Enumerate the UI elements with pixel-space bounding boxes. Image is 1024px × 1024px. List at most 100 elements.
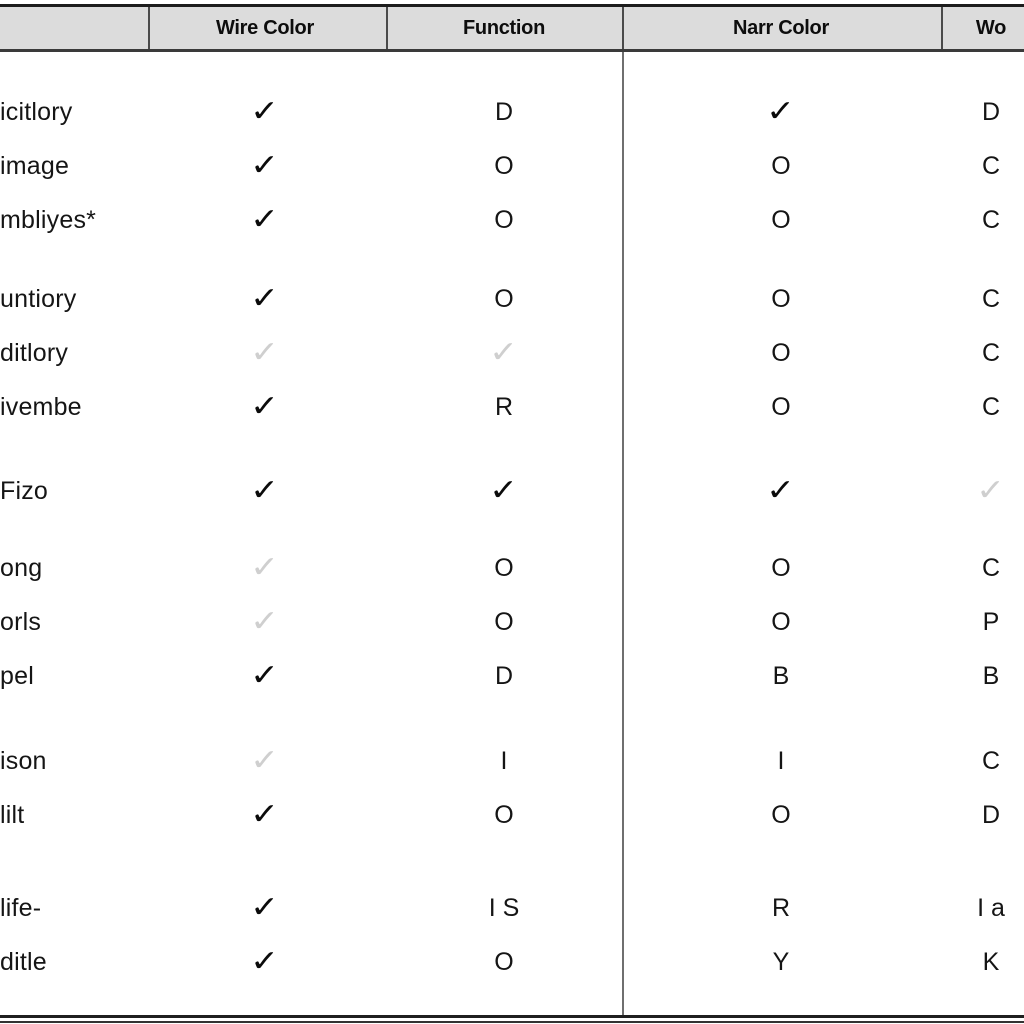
checkmark-icon-faint: ✓: [250, 744, 280, 777]
table-row[interactable]: ivembe ✓ R O C: [0, 387, 1024, 427]
cell-wo: C: [981, 393, 1001, 421]
cell-function: I S: [488, 894, 520, 922]
cell-wo: D: [981, 98, 1001, 126]
table-row[interactable]: ong ✓ O O C: [0, 548, 1024, 588]
body-divider-0: [622, 52, 624, 1015]
checkmark-icon: ✓: [250, 390, 280, 423]
checkmark-icon-faint: ✓: [250, 551, 280, 584]
cell-wo: C: [981, 747, 1001, 775]
cell-wo: P: [982, 608, 1000, 636]
cell-wo: I a: [977, 894, 1005, 922]
table-row[interactable]: lilt ✓ O O D: [0, 795, 1024, 835]
cell-wo: C: [981, 339, 1001, 367]
table-row[interactable]: untiory ✓ O O C: [0, 279, 1024, 319]
cell-narr_color: O: [771, 393, 791, 421]
cell-narr_color: Y: [772, 948, 790, 976]
cell-wo: C: [981, 285, 1001, 313]
checkmark-icon: ✓: [766, 95, 796, 128]
cell-narr_color: O: [771, 801, 791, 829]
checkmark-icon: ✓: [250, 203, 280, 236]
table-row[interactable]: orls ✓ O O P: [0, 602, 1024, 642]
cell-wo: D: [981, 801, 1001, 829]
cell-wo: C: [981, 554, 1001, 582]
cell-narr_color: O: [771, 285, 791, 313]
cell-function: D: [494, 662, 514, 690]
cell-wire_color: ✓: [150, 200, 380, 240]
cell-wire_color: ✓: [150, 548, 380, 588]
table-header-row: Wire Color Function Narr Color Wo: [0, 4, 1024, 52]
cell-wire_color: ✓: [150, 741, 380, 781]
cell-function: D: [494, 98, 514, 126]
header-divider-3: [941, 7, 943, 49]
cell-wire_color: ✓: [150, 942, 380, 982]
checkmark-icon-faint: ✓: [250, 605, 280, 638]
cell-function: O: [494, 152, 514, 180]
cell-function: R: [494, 393, 514, 421]
cell-narr_color: O: [771, 554, 791, 582]
header-divider-2: [622, 7, 624, 49]
cell-function: O: [494, 608, 514, 636]
cell-function: O: [494, 948, 514, 976]
cell-narr_color: O: [771, 339, 791, 367]
checkmark-icon: ✓: [250, 474, 280, 507]
table-row[interactable]: Fizo ✓ ✓ ✓ ✓: [0, 471, 1024, 511]
cell-wire_color: ✓: [150, 602, 380, 642]
cell-narr_color: O: [771, 608, 791, 636]
cell-function: O: [494, 801, 514, 829]
cell-wo: C: [981, 206, 1001, 234]
cell-narr_color: R: [771, 894, 791, 922]
column-header-wire_color[interactable]: Wire Color: [150, 7, 380, 49]
cell-wire_color: ✓: [150, 92, 380, 132]
checkmark-icon-faint: ✓: [250, 336, 280, 369]
cell-narr_color: B: [772, 662, 790, 690]
cell-wire_color: ✓: [150, 795, 380, 835]
table-row[interactable]: ison ✓ I I C: [0, 741, 1024, 781]
column-header-function[interactable]: Function: [390, 7, 618, 49]
checkmark-icon: ✓: [766, 474, 796, 507]
cell-narr_color: ✓: [626, 92, 936, 132]
cell-function: O: [494, 554, 514, 582]
cell-function: O: [494, 285, 514, 313]
cell-wo: ✓: [946, 471, 1024, 511]
cell-wire_color: ✓: [150, 333, 380, 373]
cell-wire_color: ✓: [150, 387, 380, 427]
table-row[interactable]: ditlory ✓ ✓ O C: [0, 333, 1024, 373]
checkmark-icon: ✓: [250, 798, 280, 831]
checkmark-icon: ✓: [250, 282, 280, 315]
cell-wire_color: ✓: [150, 656, 380, 696]
table-row[interactable]: pel ✓ D B B: [0, 656, 1024, 696]
cell-narr_color: O: [771, 152, 791, 180]
checkmark-icon: ✓: [250, 945, 280, 978]
cell-narr_color: I: [777, 747, 785, 775]
checkmark-icon: ✓: [250, 149, 280, 182]
table-bottom-rule-secondary: [0, 1021, 1024, 1023]
table-row[interactable]: life- ✓ I SRI a: [0, 888, 1024, 928]
table-row[interactable]: image ✓ O O C: [0, 146, 1024, 186]
cell-function: I: [500, 747, 508, 775]
table-page: Wire Color Function Narr Color Wo icitlory ✓…: [0, 0, 1024, 1024]
header-divider-1: [386, 7, 388, 49]
cell-wire_color: ✓: [150, 279, 380, 319]
table-row[interactable]: icitlory ✓ D ✓ D: [0, 92, 1024, 132]
cell-wire_color: ✓: [150, 888, 380, 928]
cell-wire_color: ✓: [150, 471, 380, 511]
column-header-wo[interactable]: Wo: [946, 7, 1024, 49]
checkmark-icon: ✓: [250, 95, 280, 128]
cell-narr_color: O: [771, 206, 791, 234]
table-row[interactable]: ditle ✓ O Y K: [0, 942, 1024, 982]
checkmark-icon: ✓: [250, 659, 280, 692]
checkmark-icon: ✓: [250, 891, 280, 924]
checkmark-icon-faint: ✓: [489, 336, 519, 369]
cell-wo: C: [981, 152, 1001, 180]
cell-wo: K: [982, 948, 1000, 976]
cell-function: ✓: [390, 471, 618, 511]
cell-function: ✓: [390, 333, 618, 373]
cell-narr_color: ✓: [626, 471, 936, 511]
column-header-narr_color[interactable]: Narr Color: [626, 7, 936, 49]
checkmark-icon-faint: ✓: [976, 474, 1006, 507]
table-row[interactable]: mbliyes* ✓ O O C: [0, 200, 1024, 240]
cell-wo: B: [982, 662, 1000, 690]
cell-wire_color: ✓: [150, 146, 380, 186]
checkmark-icon: ✓: [489, 474, 519, 507]
table-bottom-rule: [0, 1015, 1024, 1018]
